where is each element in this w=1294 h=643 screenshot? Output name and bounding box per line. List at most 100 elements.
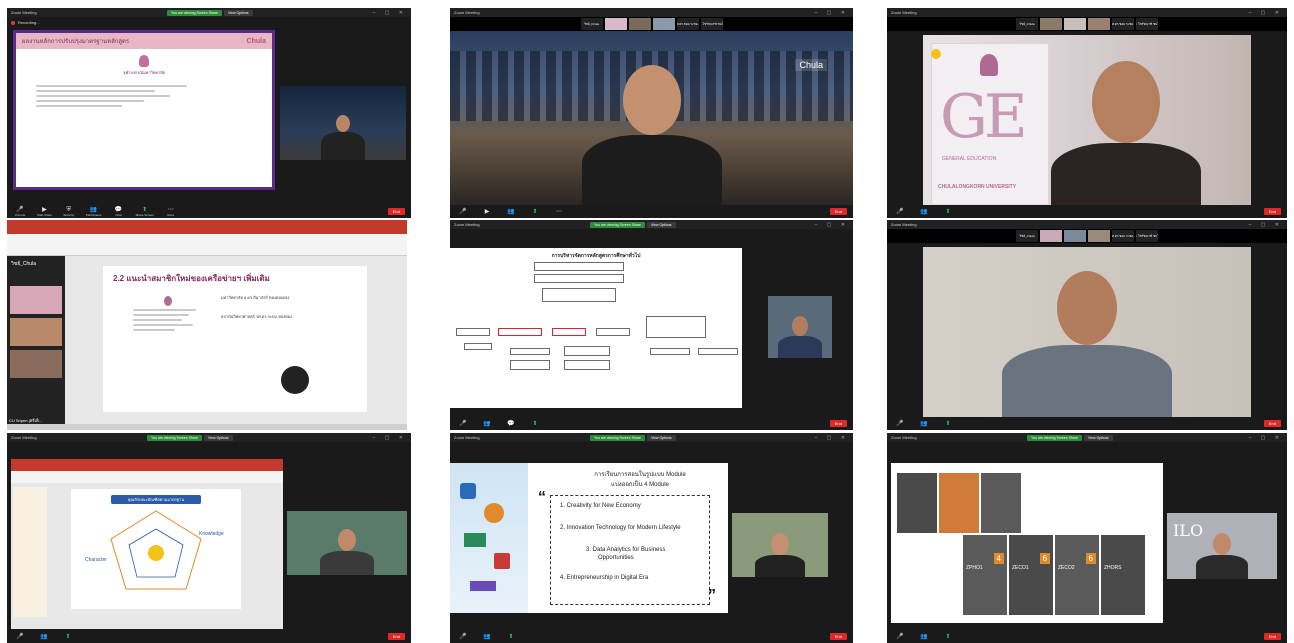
unmute-button[interactable]: 🎤 <box>13 634 27 640</box>
window-controls[interactable]: – ▢ ✕ <box>1249 435 1283 441</box>
end-button[interactable]: End <box>829 633 847 640</box>
seal-icon <box>139 55 149 67</box>
thumb-name[interactable]: วิชย์_Chula <box>1016 18 1038 30</box>
thumb-name[interactable]: รศ.ดร.ชอม ระชอ... <box>1112 18 1134 30</box>
window-controls[interactable]: – ▢ ✕ <box>1249 10 1283 16</box>
window-controls[interactable]: – ▢ ✕ <box>1249 222 1283 228</box>
window-controls[interactable]: – ▢ ✕ <box>373 10 407 16</box>
zoom-window-title: Zoom Meeting <box>11 435 37 440</box>
thumb-name[interactable]: ผศ. ไชรัชณาฑ์ ชนไ... <box>700 18 723 30</box>
unmute-button[interactable]: 🎤 <box>456 634 470 640</box>
speaker-video[interactable]: ILO <box>1167 513 1277 579</box>
org-box <box>650 348 690 355</box>
zoom-toolbar: 🎤 👥 ⬆ End <box>887 205 1287 218</box>
share-screen-button[interactable]: ⬆ Share Screen <box>135 207 153 217</box>
center-circle <box>148 545 164 561</box>
body <box>1196 555 1248 579</box>
start-video-button[interactable]: ▶ Start Video <box>37 207 52 217</box>
window-controls[interactable]: – ▢ ✕ <box>815 435 849 441</box>
slide-thumbnails[interactable] <box>13 487 47 617</box>
view-options-button[interactable]: View Options <box>223 9 253 16</box>
participant-video[interactable] <box>10 286 62 314</box>
more-button[interactable]: ⋯ <box>552 209 566 215</box>
speaker-video[interactable]: GE GENERAL EDUCATION CHULALONGKORN UNIVE… <box>923 35 1251 213</box>
share-screen-button[interactable]: ⬆ <box>528 421 542 427</box>
thumb-video[interactable] <box>1064 230 1086 242</box>
end-button[interactable]: End <box>1263 633 1281 640</box>
thumb-name[interactable]: ผศ. ไชรัชณาฑ์ ชนไ... <box>1136 230 1158 242</box>
tb-label: Unmute <box>14 212 26 217</box>
speaker-video[interactable] <box>732 513 828 577</box>
view-options-button[interactable]: View Options <box>1083 434 1113 441</box>
window-controls[interactable]: – ▢ ✕ <box>815 222 849 228</box>
unmute-button[interactable]: 🎤 <box>893 421 907 427</box>
share-screen-button[interactable]: ⬆ <box>941 634 955 640</box>
module-3b: Opportunities <box>598 555 634 561</box>
speaker-video[interactable] <box>768 296 832 358</box>
unmute-button[interactable]: 🎤 <box>893 209 907 215</box>
participants-button[interactable]: 👥 <box>917 634 931 640</box>
thumb-video[interactable] <box>1040 230 1062 242</box>
security-button[interactable]: ⛨ Security <box>62 207 76 217</box>
end-button[interactable]: End <box>387 633 405 640</box>
share-screen-button[interactable]: ⬆ <box>61 634 75 640</box>
speaker-video[interactable] <box>280 86 406 160</box>
participant-video[interactable] <box>10 318 62 346</box>
share-screen-button[interactable]: ⬆ <box>941 209 955 215</box>
thumb-name[interactable]: วิชย์_Chula <box>1016 230 1038 242</box>
view-options-button[interactable]: View Options <box>646 434 676 441</box>
thumb-name[interactable]: รศ.ดร.ชอม ระชอ... <box>676 18 699 30</box>
pointer-icon[interactable] <box>281 366 309 394</box>
window-controls[interactable]: – ▢ ✕ <box>815 10 849 16</box>
thumb-name[interactable]: รศ.ดร.ชอม ระชอ... <box>1112 230 1134 242</box>
speaker-video[interactable] <box>287 511 407 575</box>
thumb-video[interactable] <box>604 18 627 30</box>
participants-button[interactable]: 👥 <box>917 209 931 215</box>
unmute-button[interactable]: 🎤 <box>456 421 470 427</box>
end-button[interactable]: End <box>829 208 847 215</box>
thumb-video[interactable] <box>652 18 675 30</box>
org-box <box>564 346 610 356</box>
thumb-video[interactable] <box>1040 18 1062 30</box>
participant-video[interactable] <box>10 350 62 378</box>
share-screen-button[interactable]: ⬆ <box>504 634 518 640</box>
thumb-video[interactable] <box>1088 230 1110 242</box>
chat-button[interactable]: 💬 <box>504 421 518 427</box>
view-options-button[interactable]: View Options <box>203 434 233 441</box>
speaker-video[interactable] <box>923 247 1251 417</box>
view-options-button[interactable]: View Options <box>646 221 676 228</box>
poster: ZPHO1 4 <box>963 535 1007 615</box>
thumb-video[interactable] <box>1064 18 1086 30</box>
participants-button[interactable]: 👥 <box>480 421 494 427</box>
body <box>1051 143 1202 213</box>
participants-button[interactable]: 👥 <box>504 209 518 215</box>
more-button[interactable]: ⋯ More <box>164 207 178 217</box>
end-button[interactable]: End <box>387 208 405 215</box>
start-video-button[interactable]: ▶ <box>480 209 494 215</box>
chat-button[interactable]: 💬 Chat <box>111 207 125 217</box>
participants-button[interactable]: 👥 <box>917 421 931 427</box>
thumb-video[interactable] <box>628 18 651 30</box>
speaker-video[interactable]: Chula <box>450 31 853 205</box>
head <box>338 529 356 551</box>
zoom-window-1: Zoom Meeting – ▢ ✕ You are viewing Scree… <box>7 8 411 218</box>
window-controls[interactable]: – ▢ ✕ <box>373 435 407 441</box>
end-button[interactable]: End <box>1263 208 1281 215</box>
unmute-button[interactable]: 🎤 Unmute <box>13 207 27 217</box>
share-screen-button[interactable]: ⬆ <box>528 209 542 215</box>
participants-button[interactable]: 👥 Participants <box>86 207 102 217</box>
unmute-button[interactable]: 🎤 <box>893 634 907 640</box>
thumb-name[interactable]: ผศ. ไชรัชณาฑ์ ชนไ... <box>1136 18 1158 30</box>
thumb-video[interactable] <box>1088 18 1110 30</box>
org-box-highlighted <box>498 328 542 336</box>
thumb-name[interactable]: วิชย์_Chula <box>580 18 603 30</box>
share-screen-button[interactable]: ⬆ <box>941 421 955 427</box>
end-button[interactable]: End <box>1263 420 1281 427</box>
speaker-figure <box>581 65 722 205</box>
participants-button[interactable]: 👥 <box>37 634 51 640</box>
end-button[interactable]: End <box>829 420 847 427</box>
unmute-button[interactable]: 🎤 <box>456 209 470 215</box>
participants-button[interactable]: 👥 <box>480 634 494 640</box>
chula-logo: Chula <box>246 37 266 45</box>
text-line <box>36 85 188 87</box>
